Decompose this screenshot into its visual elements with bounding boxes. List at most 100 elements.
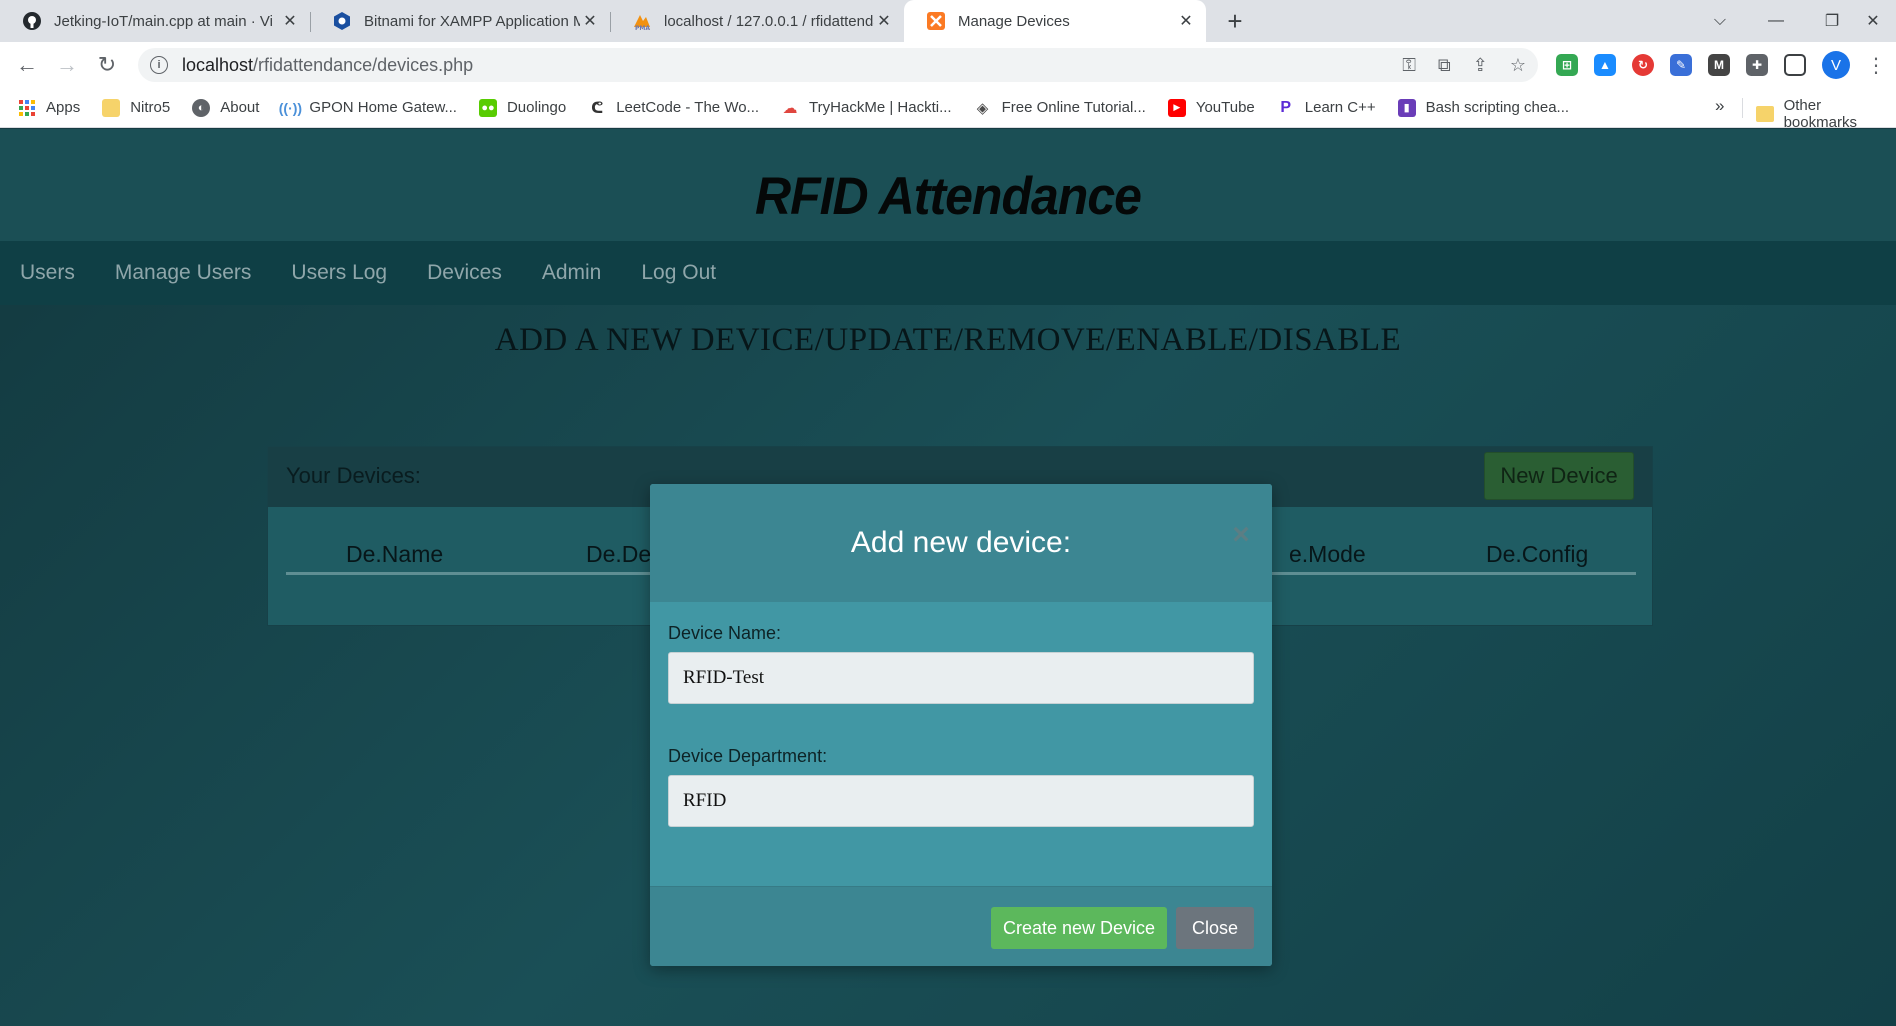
back-arrow-icon[interactable]: ← [12, 50, 42, 80]
star-icon[interactable]: ☆ [1510, 55, 1526, 76]
forward-arrow-icon[interactable]: → [52, 50, 82, 80]
bookmark-leetcode[interactable]: ᕦ LeetCode - The Wo... [588, 99, 759, 117]
close-icon[interactable]: ✕ [580, 11, 600, 31]
bookmark-youtube[interactable]: ▶ YouTube [1167, 98, 1255, 117]
device-department-label: Device Department: [668, 746, 828, 766]
bookmark-label: Bash scripting chea... [1425, 99, 1570, 116]
column-device-mode: e.Mode [1289, 541, 1366, 567]
bookmarks-overflow-chevron-icon[interactable]: » [1715, 96, 1724, 116]
tab-title: Jetking-IoT/main.cpp at main · Vi [54, 12, 273, 30]
puzzle-extensions-icon[interactable]: ✚ [1746, 54, 1768, 76]
close-icon[interactable]: ✕ [1176, 11, 1196, 31]
devices-panel-title: Your Devices: [286, 463, 421, 488]
browser-tab-bar: Jetking-IoT/main.cpp at main · Vi ✕ Bitn… [0, 0, 1896, 42]
column-device-config: De.Config [1486, 541, 1589, 567]
nav-log-out[interactable]: Log Out [641, 261, 716, 285]
bookmark-apps[interactable]: Apps [18, 99, 80, 117]
modal-header: Add new device: × [650, 484, 1272, 602]
nav-devices[interactable]: Devices [427, 261, 502, 285]
extension-sync-icon[interactable]: ↻ [1632, 54, 1654, 76]
nav-admin[interactable]: Admin [542, 261, 602, 285]
nav-users-log[interactable]: Users Log [291, 261, 387, 285]
page-content: RFID Attendance Users Manage Users Users… [0, 129, 1896, 1026]
bookmark-label: Nitro5 [130, 99, 171, 116]
add-device-modal: Add new device: × Device Name: Device De… [650, 484, 1272, 966]
side-panel-icon[interactable] [1784, 54, 1806, 76]
share-icon[interactable]: ⇪ [1473, 55, 1488, 76]
extensions-area: ⊞ ▲ ↻ ✎ M ✚ V ⋮ [1556, 50, 1886, 80]
youtube-icon: ▶ [1167, 98, 1186, 117]
bookmark-label: GPON Home Gatew... [309, 99, 457, 116]
extension-drop-icon[interactable]: ▲ [1594, 54, 1616, 76]
column-device-department: De.De [586, 541, 652, 567]
leetcode-icon: ᕦ [591, 99, 604, 117]
extension-grammar-icon[interactable]: ⊞ [1556, 54, 1578, 76]
extension-markdown-icon[interactable]: M [1708, 54, 1730, 76]
bookmark-duolingo[interactable]: ●● Duolingo [478, 98, 566, 117]
duolingo-icon: ●● [478, 98, 497, 117]
folder-icon [1756, 106, 1774, 122]
modal-title: Add new device: [850, 526, 1072, 559]
tab-phpmyadmin[interactable]: PMA localhost / 127.0.0.1 / rfidattenda … [610, 0, 904, 42]
tab-title: Bitnami for XAMPP Application M [364, 12, 580, 30]
key-icon[interactable]: ⚿ [1402, 55, 1416, 76]
tab-search-chevron-icon[interactable]: ⌵ [1692, 0, 1748, 42]
modal-footer: Create new Device Close [650, 886, 1272, 966]
url-bar[interactable]: i localhost/rfidattendance/devices.php ⚿… [138, 48, 1538, 82]
new-device-button[interactable]: New Device [1484, 452, 1634, 500]
bookmark-tutorials[interactable]: ◈ Free Online Tutorial... [974, 99, 1146, 117]
tab-github[interactable]: Jetking-IoT/main.cpp at main · Vi ✕ [0, 0, 310, 42]
bookmark-about[interactable]: ◐ About [192, 98, 260, 117]
close-button[interactable]: Close [1176, 907, 1254, 949]
tab-bitnami[interactable]: Bitnami for XAMPP Application M ✕ [310, 0, 610, 42]
bookmark-nitro5[interactable]: Nitro5 [102, 98, 171, 117]
info-icon[interactable]: i [150, 56, 168, 74]
bookmark-label: Free Online Tutorial... [1001, 99, 1146, 116]
device-name-input[interactable] [668, 652, 1254, 704]
tab-title: localhost / 127.0.0.1 / rfidattenda [664, 12, 874, 30]
apps-grid-icon [18, 99, 36, 117]
address-toolbar: ← → ↻ i localhost/rfidattendance/devices… [0, 42, 1896, 88]
folder-icon [102, 98, 121, 117]
close-icon[interactable]: ✕ [874, 11, 894, 31]
bookmark-tryhackme[interactable]: ☁ TryHackMe | Hackti... [781, 99, 952, 117]
menu-kebab-icon[interactable]: ⋮ [1866, 53, 1886, 78]
svg-text:PMA: PMA [635, 25, 650, 31]
device-name-label: Device Name: [668, 623, 782, 643]
bitnami-icon [332, 11, 352, 31]
tab-title: Manage Devices [958, 12, 1070, 30]
cloud-icon: ☁ [782, 99, 798, 117]
phpmyadmin-icon: PMA [632, 11, 652, 31]
bookmark-label: Learn C++ [1304, 99, 1376, 116]
site-header: RFID Attendance [0, 129, 1896, 241]
bookmark-label: Other bookmarks [1783, 97, 1857, 131]
profile-avatar[interactable]: V [1822, 51, 1850, 79]
bookmark-bash[interactable]: ▮ Bash scripting chea... [1397, 98, 1570, 117]
minimize-icon[interactable]: — [1748, 0, 1804, 42]
bookmark-label: TryHackMe | Hackti... [809, 99, 952, 116]
nav-users[interactable]: Users [20, 261, 75, 285]
tab-manage-devices[interactable]: Manage Devices ✕ [904, 0, 1206, 42]
site-title: RFID Attendance [755, 166, 1142, 226]
nav-manage-users[interactable]: Manage Users [115, 261, 252, 285]
close-icon[interactable]: × [1228, 520, 1254, 550]
create-device-button[interactable]: Create new Device [991, 907, 1167, 949]
bookmark-learncpp[interactable]: P Learn C++ [1277, 98, 1376, 117]
bookmarks-bar: Apps Nitro5 ◐ About ((·)) GPON Home Gate… [0, 88, 1896, 128]
bookmark-label: About [220, 99, 260, 116]
extension-pen-icon[interactable]: ✎ [1670, 54, 1692, 76]
globe-icon: ◐ [192, 98, 211, 117]
close-icon[interactable]: ✕ [280, 11, 300, 31]
url-host: localhost [182, 54, 254, 75]
bookmark-label: YouTube [1195, 99, 1255, 116]
bookmark-gpon[interactable]: ((·)) GPON Home Gatew... [279, 99, 457, 117]
learncpp-icon: P [1280, 98, 1292, 116]
reload-icon[interactable]: ↻ [92, 50, 122, 80]
url-text[interactable]: localhost/rfidattendance/devices.php [182, 55, 473, 76]
translate-icon[interactable]: ⧉ [1438, 55, 1451, 76]
bash-icon: ▮ [1397, 98, 1416, 117]
bookmark-other[interactable]: Other bookmarks [1756, 97, 1896, 131]
new-tab-plus-icon[interactable]: + [1220, 6, 1250, 36]
window-close-icon[interactable]: ✕ [1850, 0, 1896, 42]
device-department-input[interactable] [668, 775, 1254, 827]
